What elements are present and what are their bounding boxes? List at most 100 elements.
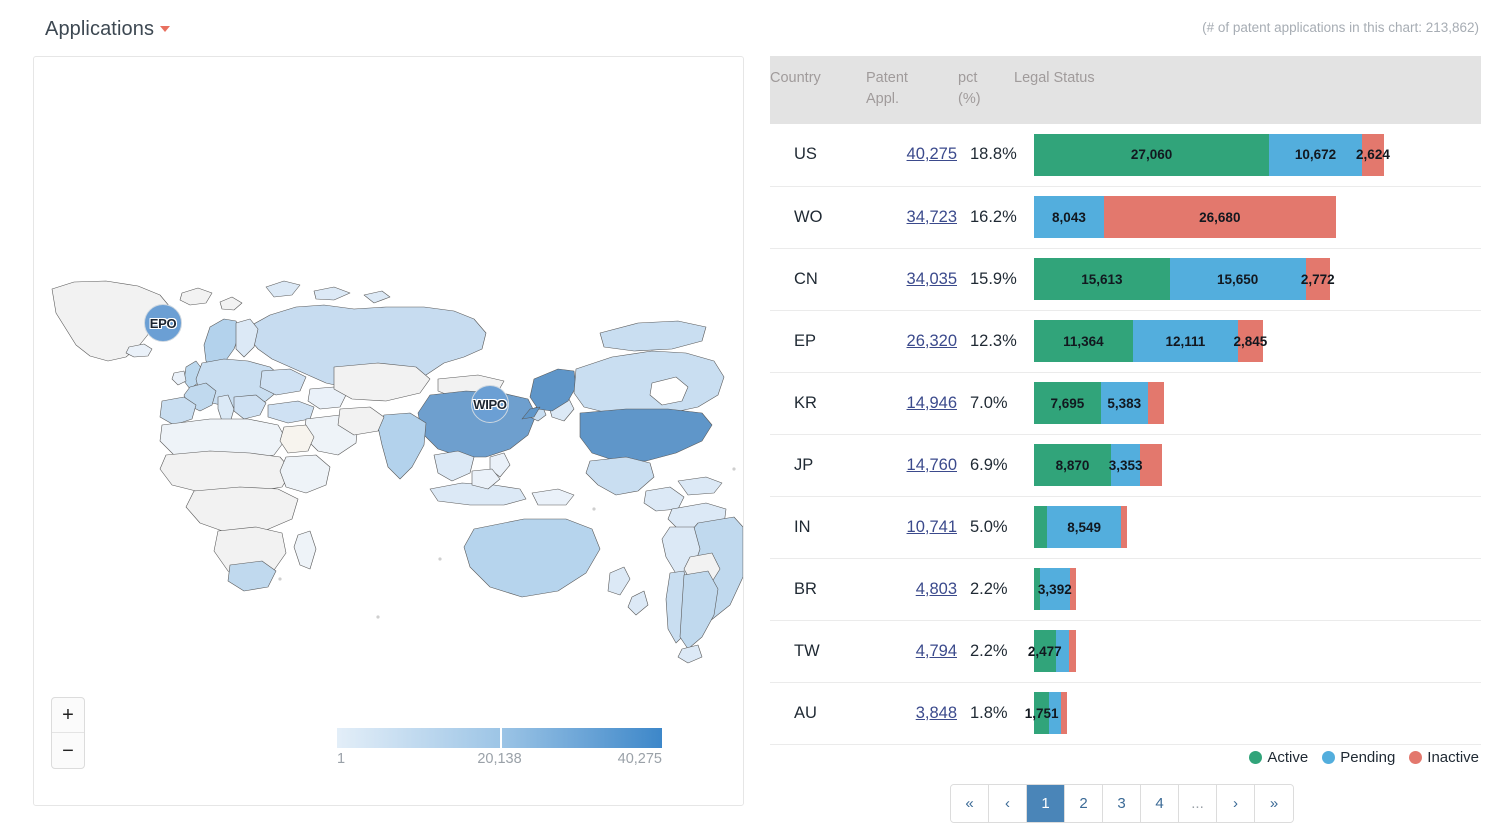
pagination-page-2[interactable]: 2 bbox=[1065, 785, 1103, 822]
cell-country: US bbox=[770, 124, 866, 187]
map-marker-wipo[interactable]: WIPO bbox=[471, 385, 509, 423]
map-marker-epo[interactable]: EPO bbox=[144, 304, 182, 342]
applications-dropdown[interactable]: Applications bbox=[45, 18, 171, 41]
bar-segment-active[interactable]: 8,870 bbox=[1034, 444, 1112, 487]
bar-segment-active[interactable] bbox=[1034, 506, 1048, 549]
country-kazakhstan bbox=[333, 362, 431, 402]
map-zoom-control[interactable]: + − bbox=[51, 697, 85, 769]
table-row[interactable]: IN 10,741 5.0% 8,549 bbox=[770, 496, 1481, 559]
cell-pct: 6.9% bbox=[958, 434, 1014, 497]
bar-segment-label: 2,772 bbox=[1300, 271, 1335, 287]
table-row[interactable]: US 40,275 18.8% 27,060 10,672 2,624 bbox=[770, 124, 1481, 187]
patent-appl-link[interactable]: 3,848 bbox=[916, 704, 957, 722]
bar-segment-inactive[interactable]: 2,772 bbox=[1301, 258, 1335, 301]
page-title: Applications bbox=[45, 18, 155, 40]
zoom-out-button[interactable]: − bbox=[52, 733, 84, 768]
zoom-in-button[interactable]: + bbox=[52, 698, 84, 733]
legend-item-pending[interactable]: Pending bbox=[1322, 749, 1395, 766]
bar-segment-pending[interactable]: 10,672 bbox=[1269, 133, 1362, 176]
patent-appl-link[interactable]: 10,741 bbox=[907, 518, 957, 536]
bar-segment-inactive[interactable] bbox=[1069, 630, 1076, 673]
pagination-first[interactable]: « bbox=[951, 785, 989, 822]
table-row[interactable]: KR 14,946 7.0% 7,695 5,383 bbox=[770, 372, 1481, 435]
bar-segment-label: 27,060 bbox=[1130, 147, 1173, 163]
bar-segment-pending[interactable]: 12,111 bbox=[1132, 320, 1238, 363]
column-header-country[interactable]: Country bbox=[770, 56, 866, 125]
table-row[interactable]: JP 14,760 6.9% 8,870 3,353 bbox=[770, 434, 1481, 497]
bar-segment-pending[interactable]: 3,353 bbox=[1109, 444, 1143, 487]
stacked-bar: 2,477 bbox=[1028, 630, 1473, 673]
stacked-bar: 7,695 5,383 bbox=[1034, 382, 1473, 425]
cell-patent-appl: 34,035 bbox=[866, 248, 958, 311]
country-canada-arctic bbox=[599, 320, 707, 352]
patent-appl-link[interactable]: 4,794 bbox=[916, 642, 957, 660]
patent-appl-link[interactable]: 14,760 bbox=[907, 456, 957, 474]
table-row[interactable]: AU 3,848 1.8% 1,751 bbox=[770, 682, 1481, 745]
column-header-pct-line1: pct bbox=[958, 70, 978, 86]
bar-segment-pending[interactable]: 15,650 bbox=[1169, 258, 1306, 301]
bar-segment-inactive[interactable] bbox=[1147, 382, 1164, 425]
pagination-previous[interactable]: ‹ bbox=[989, 785, 1027, 822]
country-arctic-isl2 bbox=[313, 286, 351, 301]
bar-segment-inactive[interactable] bbox=[1140, 444, 1163, 487]
table-row[interactable]: EP 26,320 12.3% 11,364 12,111 2,845 bbox=[770, 310, 1481, 373]
column-header-pct[interactable]: pct (%) bbox=[958, 56, 1014, 125]
legend-dot-pending bbox=[1322, 751, 1336, 764]
column-header-patent-appl[interactable]: Patent Appl. bbox=[866, 56, 958, 125]
pagination[interactable]: «‹ 1 2 3 4... ›» bbox=[950, 784, 1294, 823]
bar-segment-label: 26,680 bbox=[1199, 209, 1241, 225]
cell-country: JP bbox=[770, 434, 866, 497]
pagination-page-3[interactable]: 3 bbox=[1103, 785, 1141, 822]
page-root: Applications (# of patent applications i… bbox=[0, 0, 1501, 837]
table-row[interactable]: TW 4,794 2.2% 2,477 bbox=[770, 620, 1481, 683]
pagination-page-4[interactable]: 4 bbox=[1141, 785, 1179, 822]
world-map-panel[interactable]: EPO WIPO + − 1 20,138 40,275 bbox=[33, 56, 744, 806]
cell-legal-status: 8,043 26,680 bbox=[1014, 186, 1481, 249]
patent-appl-link[interactable]: 34,035 bbox=[907, 270, 957, 288]
table-row[interactable]: CN 34,035 15.9% 15,613 15,650 2,772 bbox=[770, 248, 1481, 311]
legend-item-inactive[interactable]: Inactive bbox=[1409, 749, 1479, 766]
patent-appl-link[interactable]: 4,803 bbox=[916, 580, 957, 598]
bar-segment-pending[interactable]: 5,383 bbox=[1100, 382, 1148, 425]
stacked-bar: 15,613 15,650 2,772 bbox=[1034, 258, 1473, 301]
column-header-legal-status[interactable]: Legal Status bbox=[1014, 56, 1481, 125]
cell-legal-status: 8,549 bbox=[1014, 496, 1481, 559]
cell-legal-status: 15,613 15,650 2,772 bbox=[1014, 248, 1481, 311]
bar-segment-active[interactable]: 11,364 bbox=[1034, 320, 1133, 363]
bar-segment-inactive[interactable]: 26,680 bbox=[1103, 196, 1336, 239]
table-row[interactable]: BR 4,803 2.2% 3,392 bbox=[770, 558, 1481, 621]
country-central-africa bbox=[185, 486, 299, 534]
bar-segment-active[interactable]: 1,751 bbox=[1025, 692, 1059, 735]
patent-appl-link[interactable]: 14,946 bbox=[907, 394, 957, 412]
legend-item-active[interactable]: Active bbox=[1249, 749, 1308, 766]
legend-dot-inactive bbox=[1409, 751, 1423, 764]
bar-segment-active[interactable]: 7,695 bbox=[1034, 382, 1101, 425]
pagination-next[interactable]: › bbox=[1217, 785, 1255, 822]
cell-patent-appl: 3,848 bbox=[866, 682, 958, 745]
country-newguinea bbox=[531, 488, 575, 506]
country-arctic-isl3 bbox=[363, 290, 391, 304]
bar-segment-inactive[interactable]: 2,845 bbox=[1233, 320, 1267, 363]
bar-segment-label: 15,650 bbox=[1217, 271, 1259, 287]
caret-down-icon bbox=[160, 26, 171, 32]
country-sea bbox=[433, 450, 475, 482]
table-row[interactable]: WO 34,723 16.2% 8,043 26,680 bbox=[770, 186, 1481, 249]
patent-appl-link[interactable]: 26,320 bbox=[907, 332, 957, 350]
bar-segment-pending[interactable]: 8,043 bbox=[1034, 196, 1104, 239]
bar-segment-inactive[interactable] bbox=[1061, 692, 1068, 735]
bar-segment-active[interactable]: 27,060 bbox=[1034, 133, 1270, 176]
cell-pct: 5.0% bbox=[958, 496, 1014, 559]
bar-segment-inactive[interactable] bbox=[1121, 506, 1128, 549]
patent-appl-link[interactable]: 34,723 bbox=[907, 208, 957, 226]
island-dot-1 bbox=[278, 577, 282, 581]
country-caribbean bbox=[677, 476, 723, 496]
bar-segment-inactive[interactable]: 2,624 bbox=[1356, 133, 1390, 176]
bar-segment-active[interactable]: 2,477 bbox=[1028, 630, 1062, 673]
bar-segment-active[interactable]: 15,613 bbox=[1034, 258, 1170, 301]
bar-segment-pending[interactable]: 3,392 bbox=[1037, 568, 1072, 611]
pagination-page-1[interactable]: 1 bbox=[1027, 785, 1065, 822]
bar-segment-pending[interactable]: 8,549 bbox=[1047, 506, 1122, 549]
patent-appl-link[interactable]: 40,275 bbox=[907, 145, 957, 163]
bar-segment-label: 3,392 bbox=[1037, 581, 1072, 597]
pagination-last[interactable]: » bbox=[1255, 785, 1293, 822]
